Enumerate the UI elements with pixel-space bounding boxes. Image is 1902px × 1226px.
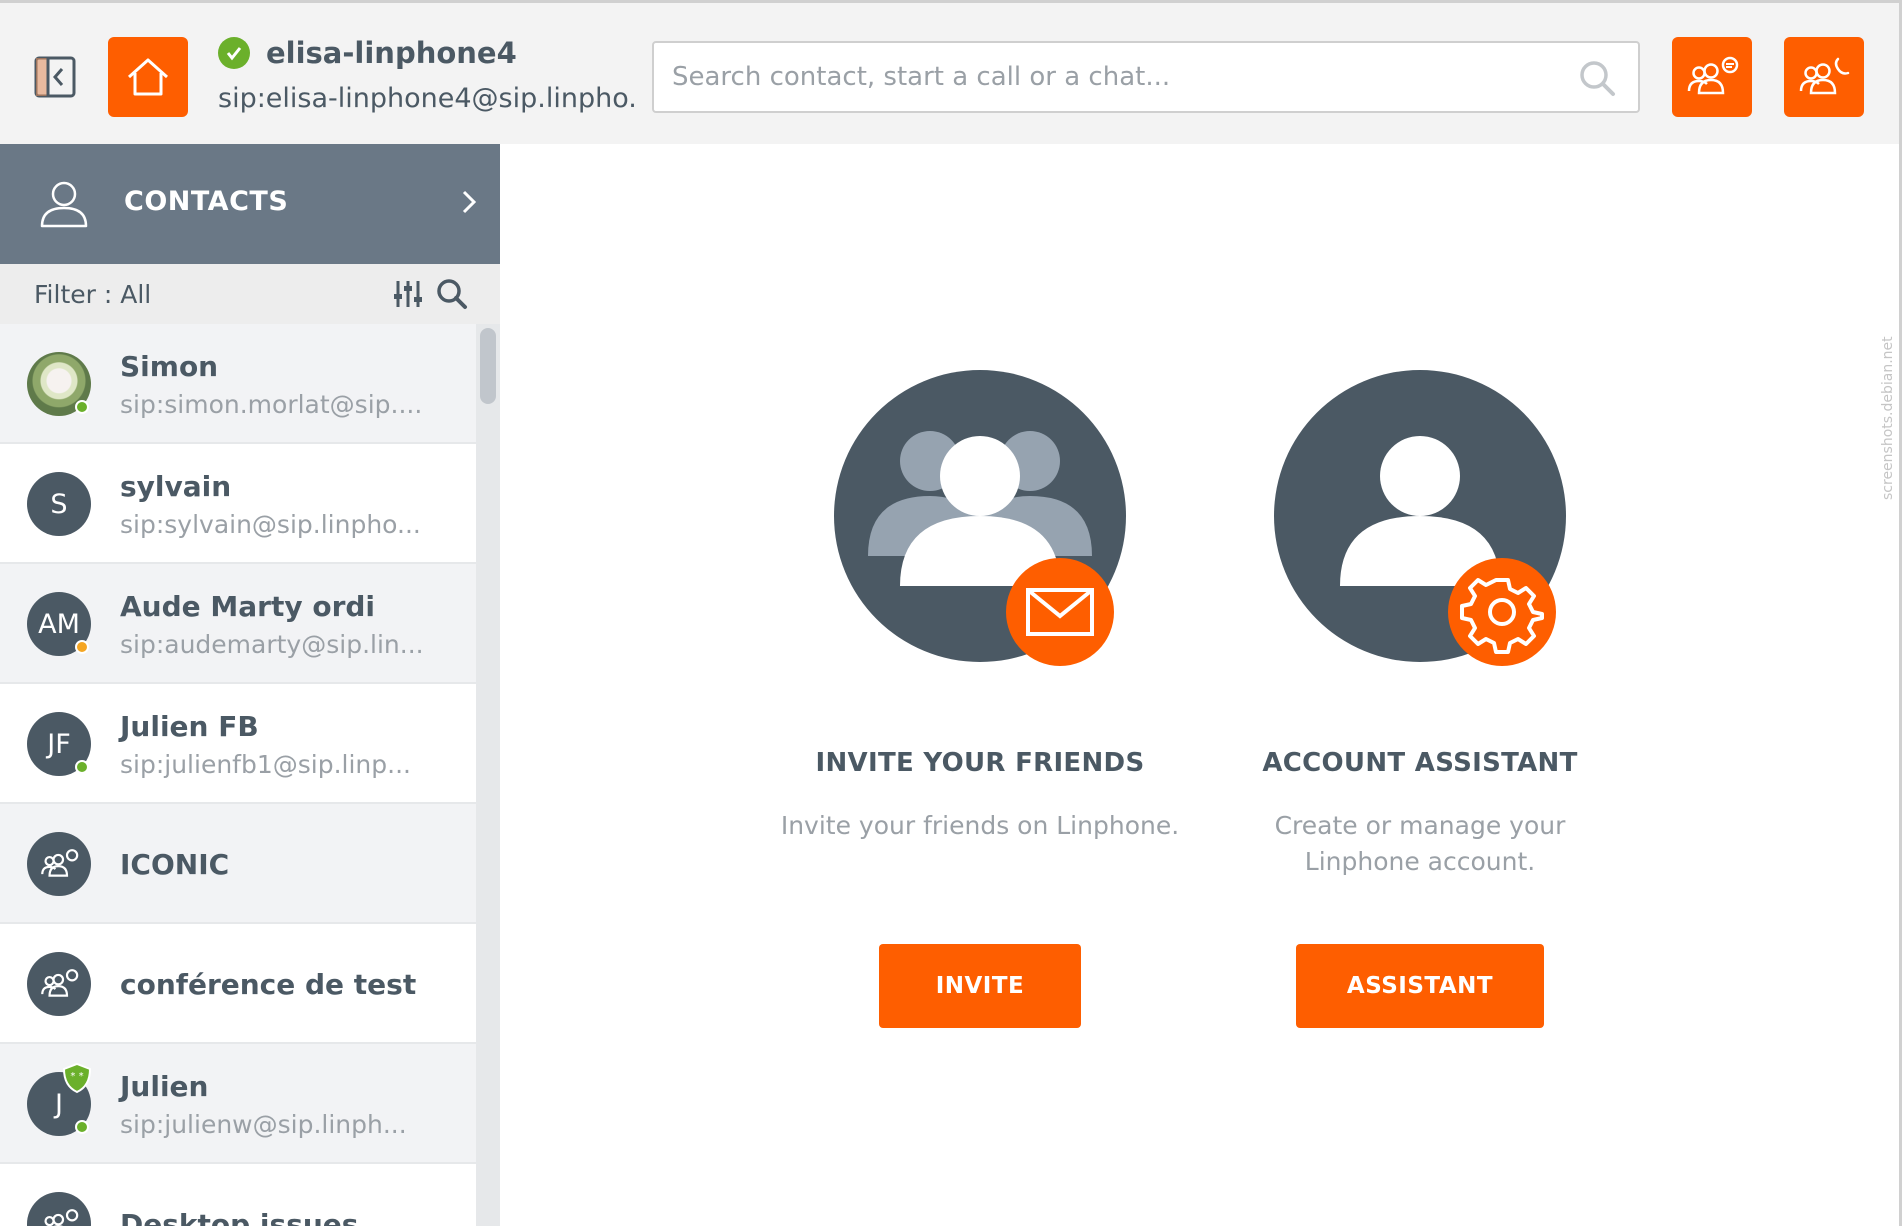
contacts-nav-item[interactable]: CONTACTS <box>0 144 500 264</box>
person-icon <box>40 181 88 228</box>
top-bar: elisa-linphone4 sip:elisa-linphone4@sip.… <box>0 0 1902 144</box>
security-shield-icon: * * <box>62 1062 92 1094</box>
assistant-button[interactable]: ASSISTANT <box>1296 944 1544 1028</box>
filter-settings-icon[interactable] <box>392 278 424 310</box>
online-presence-icon <box>75 400 89 414</box>
away-presence-icon <box>75 640 89 654</box>
invite-button[interactable]: INVITE <box>879 944 1081 1028</box>
svg-text:* *: * * <box>70 1071 83 1082</box>
group-avatar <box>27 952 91 1016</box>
contact-name: Julien FB <box>120 710 259 743</box>
sidebar: CONTACTS Filter : All Simon sip:simon.mo… <box>0 144 500 1226</box>
contact-item-iconic-group[interactable]: ICONIC <box>0 804 476 924</box>
contact-item-sylvain[interactable]: S sylvain sip:sylvain@sip.linpho... <box>0 444 476 564</box>
contact-list: Simon sip:simon.morlat@sip.... S sylvain… <box>0 324 476 1226</box>
new-chat-group-button[interactable] <box>1672 37 1752 117</box>
group-chat-icon <box>41 849 79 877</box>
home-panel: INVITE YOUR FRIENDS Invite your friends … <box>500 144 1902 1226</box>
new-conference-button[interactable] <box>1784 37 1864 117</box>
chevron-right-icon <box>462 190 477 214</box>
group-avatar <box>27 1192 91 1226</box>
contact-item-julien-fb[interactable]: JF Julien FB sip:julienfb1@sip.linp... <box>0 684 476 804</box>
contact-sip: sip:audemarty@sip.lin... <box>120 630 424 659</box>
search-input[interactable] <box>672 43 1552 111</box>
group-avatar <box>27 832 91 896</box>
search-contacts-icon[interactable] <box>436 278 468 310</box>
watermark: screenshots.debian.net <box>1880 336 1896 500</box>
search-icon[interactable] <box>1578 59 1616 97</box>
contact-item-julien[interactable]: J * * Julien sip:julienw@sip.linph... <box>0 1044 476 1164</box>
invite-title: INVITE YOUR FRIENDS <box>815 748 1145 778</box>
search-bar[interactable] <box>652 41 1640 113</box>
assistant-title: ACCOUNT ASSISTANT <box>1262 748 1578 778</box>
contact-list-scrollbar[interactable] <box>476 324 500 1226</box>
invite-illustration <box>830 366 1130 666</box>
contact-filter-bar: Filter : All <box>0 264 500 324</box>
group-chat-icon <box>44 1209 79 1226</box>
contact-item-desktop-issues-group[interactable]: Desktop issues <box>0 1164 476 1226</box>
scrollbar-thumb[interactable] <box>480 328 496 404</box>
contact-name: conférence de test <box>120 968 417 1001</box>
assistant-description-line1: Create or manage your <box>1274 811 1566 840</box>
account-sip-address: sip:elisa-linphone4@sip.linpho... <box>218 83 638 114</box>
assistant-illustration <box>1270 366 1570 666</box>
filter-label: Filter : All <box>34 280 152 309</box>
assistant-description: Create or manage your Linphone account. <box>1210 808 1630 880</box>
invite-description: Invite your friends on Linphone. <box>780 811 1180 840</box>
online-status-icon <box>218 37 250 69</box>
gear-icon <box>1448 558 1556 666</box>
envelope-icon <box>1006 558 1114 666</box>
home-button[interactable] <box>108 37 188 117</box>
assistant-card: ACCOUNT ASSISTANT Create or manage your … <box>1210 366 1630 880</box>
account-name: elisa-linphone4 <box>266 36 517 70</box>
contact-sip: sip:julienfb1@sip.linp... <box>120 750 411 779</box>
online-presence-icon <box>75 1120 89 1134</box>
contacts-label: CONTACTS <box>124 186 289 217</box>
contact-item-aude-marty[interactable]: AM Aude Marty ordi sip:audemarty@sip.lin… <box>0 564 476 684</box>
contact-item-simon[interactable]: Simon sip:simon.morlat@sip.... <box>0 324 476 444</box>
collapse-sidebar-icon[interactable] <box>34 56 76 98</box>
contact-name: Simon <box>120 350 219 383</box>
contact-name: sylvain <box>120 470 232 503</box>
invite-card: INVITE YOUR FRIENDS Invite your friends … <box>770 366 1190 844</box>
group-chat-icon <box>41 969 79 997</box>
contact-sip: sip:julienw@sip.linph... <box>120 1110 407 1139</box>
contact-name: ICONIC <box>120 848 230 881</box>
group-call-icon <box>1799 57 1850 95</box>
group-chat-icon <box>1687 56 1739 95</box>
contact-sip: sip:simon.morlat@sip.... <box>120 390 423 419</box>
home-icon <box>127 58 169 96</box>
online-presence-icon <box>75 760 89 774</box>
avatar: S <box>27 472 91 536</box>
contact-name: Aude Marty ordi <box>120 590 376 623</box>
contact-name: Julien <box>120 1070 209 1103</box>
contact-name: Desktop issues <box>120 1208 359 1226</box>
assistant-description-line2: Linphone account. <box>1304 847 1536 876</box>
contact-sip: sip:sylvain@sip.linpho... <box>120 510 421 539</box>
contact-item-conference-group[interactable]: conférence de test <box>0 924 476 1044</box>
account-info[interactable]: elisa-linphone4 sip:elisa-linphone4@sip.… <box>218 33 638 114</box>
